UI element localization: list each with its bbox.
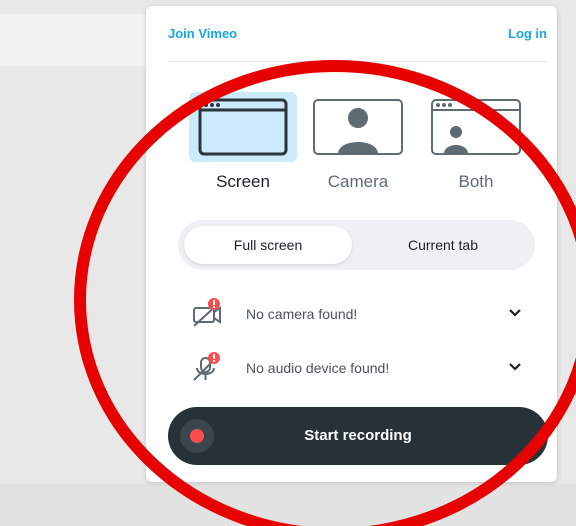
mode-camera-option[interactable]: Camera [304, 92, 412, 192]
join-vimeo-link[interactable]: Join Vimeo [168, 26, 237, 41]
header-divider [168, 61, 547, 62]
start-recording-label: Start recording [304, 427, 412, 444]
background-page-strip [0, 14, 148, 66]
user-icon [313, 99, 403, 155]
mic-off-icon [193, 352, 220, 381]
log-in-link[interactable]: Log in [508, 26, 547, 41]
capture-area-toggle: Full screen Current tab [178, 220, 535, 270]
camera-off-icon [193, 298, 221, 327]
window-with-user-icon [431, 99, 521, 155]
camera-device-label: No camera found! [246, 306, 358, 322]
mode-camera-tile [304, 92, 412, 162]
audio-device-select[interactable]: No audio device found! [190, 350, 522, 384]
popup-header: Join Vimeo Log in [146, 6, 557, 62]
audio-device-label: No audio device found! [246, 360, 390, 376]
chevron-down-icon [509, 363, 521, 371]
mode-both-option[interactable]: Both [422, 92, 530, 192]
start-recording-button[interactable]: Start recording [168, 407, 548, 465]
mode-screen-tile [189, 92, 297, 162]
chevron-down-icon [509, 309, 521, 317]
browser-window-icon [198, 98, 288, 156]
mode-screen-option[interactable]: Screen [189, 92, 297, 192]
background-page-footer [0, 484, 576, 526]
full-screen-option[interactable]: Full screen [184, 226, 352, 264]
mode-camera-label: Camera [327, 172, 389, 191]
mode-both-label: Both [458, 172, 494, 191]
camera-device-select[interactable]: No camera found! [190, 296, 522, 330]
mode-screen-label: Screen [216, 172, 270, 191]
recorder-popup: Join Vimeo Log in Screen Camera Both Ful… [146, 6, 557, 482]
mode-both-tile [422, 92, 530, 162]
current-tab-option[interactable]: Current tab [358, 226, 528, 264]
